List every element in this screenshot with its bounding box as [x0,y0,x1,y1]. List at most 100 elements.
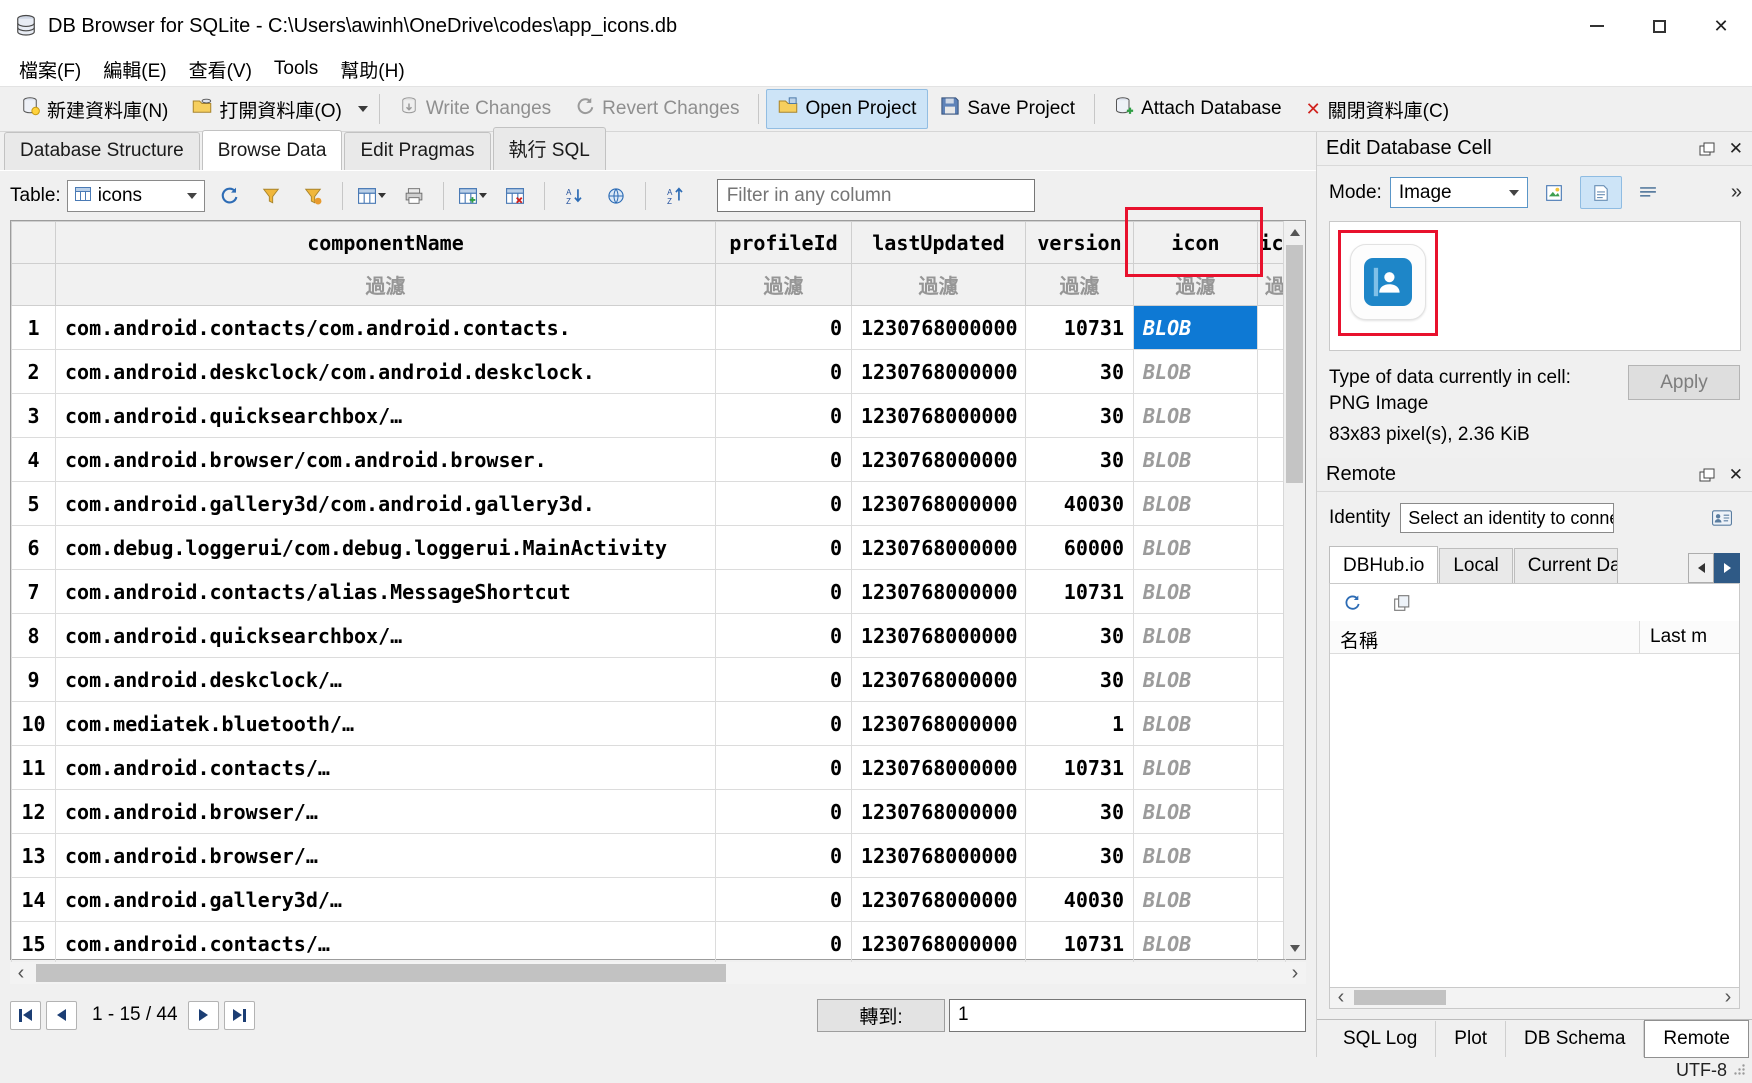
cell-componentName[interactable]: com.android.browser/… [56,790,716,834]
remote-horizontal-scrollbar[interactable]: ‹ › [1329,988,1740,1009]
close-panel-icon[interactable]: ✕ [1729,465,1743,485]
goto-record-input[interactable] [949,999,1306,1032]
tab-browse-data[interactable]: Browse Data [202,130,343,170]
menu-edit[interactable]: 編輯(E) [92,52,177,87]
cell-componentName[interactable]: com.android.quicksearchbox/… [56,614,716,658]
column-header-clipped[interactable]: ic [1258,222,1286,264]
cell-profileId[interactable]: 0 [716,350,852,394]
table-select[interactable]: icons [67,180,205,212]
cell-lastUpdated[interactable]: 1230768000000 [852,614,1026,658]
cell-icon[interactable]: BLOB [1134,306,1258,350]
cell-icon[interactable]: BLOB [1134,746,1258,790]
scroll-up-button[interactable] [1284,221,1305,243]
tab-execute-sql[interactable]: 執行 SQL [493,127,606,170]
cell-profileId[interactable]: 0 [716,834,852,878]
remote-tab-dbhub[interactable]: DBHub.io [1329,546,1438,583]
cell-componentName[interactable]: com.android.gallery3d/com.android.galler… [56,482,716,526]
cell-lastUpdated[interactable]: 1230768000000 [852,394,1026,438]
cell-version[interactable]: 10731 [1026,570,1134,614]
remote-refresh-button[interactable] [1334,585,1370,621]
cell-clipped[interactable] [1258,746,1286,790]
cell-profileId[interactable]: 0 [716,790,852,834]
cell-componentName[interactable]: com.mediatek.bluetooth/… [56,702,716,746]
cell-componentName[interactable]: com.android.browser/com.android.browser. [56,438,716,482]
filter-input-componentName[interactable]: 過濾 [56,264,716,306]
cell-version[interactable]: 40030 [1026,482,1134,526]
cell-lastUpdated[interactable]: 1230768000000 [852,526,1026,570]
cell-componentName[interactable]: com.android.contacts/… [56,746,716,790]
cell-clipped[interactable] [1258,702,1286,746]
cell-icon[interactable]: BLOB [1134,526,1258,570]
cell-lastUpdated[interactable]: 1230768000000 [852,658,1026,702]
cell-version[interactable]: 1 [1026,702,1134,746]
toolbar-overflow-icon[interactable]: » [1731,181,1740,204]
cell-clipped[interactable] [1258,438,1286,482]
tab-edit-pragmas[interactable]: Edit Pragmas [344,132,490,170]
cell-profileId[interactable]: 0 [716,570,852,614]
cell-profileId[interactable]: 0 [716,878,852,922]
horizontal-scrollbar[interactable]: ‹ › [10,962,1306,984]
menu-help[interactable]: 幫助(H) [329,52,415,87]
scroll-left-button[interactable]: ‹ [10,962,32,984]
cell-version[interactable]: 40030 [1026,878,1134,922]
close-database-button[interactable]: ✕ 關閉資料庫(C) [1294,89,1461,130]
cell-lastUpdated[interactable]: 1230768000000 [852,790,1026,834]
cell-lastUpdated[interactable]: 1230768000000 [852,834,1026,878]
clear-filters-button[interactable] [253,178,289,214]
resize-grip[interactable] [1733,1060,1746,1081]
vertical-scrollbar[interactable] [1283,221,1305,959]
cell-profileId[interactable]: 0 [716,922,852,966]
cell-lastUpdated[interactable]: 1230768000000 [852,702,1026,746]
cell-profileId[interactable]: 0 [716,306,852,350]
cell-componentName[interactable]: com.android.quicksearchbox/… [56,394,716,438]
cell-componentName[interactable]: com.android.browser/… [56,834,716,878]
cell-lastUpdated[interactable]: 1230768000000 [852,482,1026,526]
menu-tools[interactable]: Tools [263,54,329,84]
cell-profileId[interactable]: 0 [716,658,852,702]
column-header-componentName[interactable]: componentName [56,222,716,264]
row-number[interactable]: 6 [12,526,56,570]
row-number[interactable]: 7 [12,570,56,614]
view-mode-button[interactable] [1580,176,1622,209]
filter-input-version[interactable]: 過濾 [1026,264,1134,306]
cell-clipped[interactable] [1258,790,1286,834]
scroll-right-button[interactable]: › [1284,962,1306,984]
column-header-lastUpdated[interactable]: lastUpdated [852,222,1026,264]
save-project-button[interactable]: Save Project [928,89,1087,129]
row-number[interactable]: 13 [12,834,56,878]
next-page-button[interactable] [188,1001,219,1030]
scroll-down-button[interactable] [1284,937,1305,959]
cell-icon[interactable]: BLOB [1134,350,1258,394]
scroll-right-button[interactable]: › [1717,988,1739,1007]
filter-input-clipped[interactable]: 過濾 [1258,264,1286,306]
cell-profileId[interactable]: 0 [716,438,852,482]
previous-page-button[interactable] [46,1001,77,1030]
sort-ascending-button[interactable]: AZ [556,178,592,214]
sort-descending-button[interactable]: AZ [657,178,693,214]
row-number[interactable]: 5 [12,482,56,526]
row-number[interactable]: 14 [12,878,56,922]
scroll-left-button[interactable]: ‹ [1330,988,1352,1007]
attach-database-button[interactable]: Attach Database [1102,89,1293,129]
insert-record-button[interactable] [354,178,390,214]
first-page-button[interactable] [10,1001,41,1030]
cell-clipped[interactable] [1258,482,1286,526]
tab-database-structure[interactable]: Database Structure [4,132,200,170]
remote-column-last-modified[interactable]: Last m [1640,621,1717,653]
cell-lastUpdated[interactable]: 1230768000000 [852,570,1026,614]
cell-version[interactable]: 30 [1026,614,1134,658]
close-panel-icon[interactable]: ✕ [1729,139,1743,159]
dock-tab-plot[interactable]: Plot [1436,1021,1506,1057]
refresh-button[interactable] [211,178,247,214]
cell-profileId[interactable]: 0 [716,526,852,570]
remote-column-name[interactable]: 名稱 [1330,621,1640,653]
tab-scroll-right-button[interactable] [1714,553,1740,583]
last-page-button[interactable] [224,1001,255,1030]
cell-componentName[interactable]: com.android.deskclock/… [56,658,716,702]
word-wrap-button[interactable] [1630,176,1666,209]
cell-profileId[interactable]: 0 [716,482,852,526]
import-data-button[interactable] [1536,176,1572,209]
filter-input-lastUpdated[interactable]: 過濾 [852,264,1026,306]
delete-record-button[interactable] [497,178,533,214]
cell-clipped[interactable] [1258,614,1286,658]
